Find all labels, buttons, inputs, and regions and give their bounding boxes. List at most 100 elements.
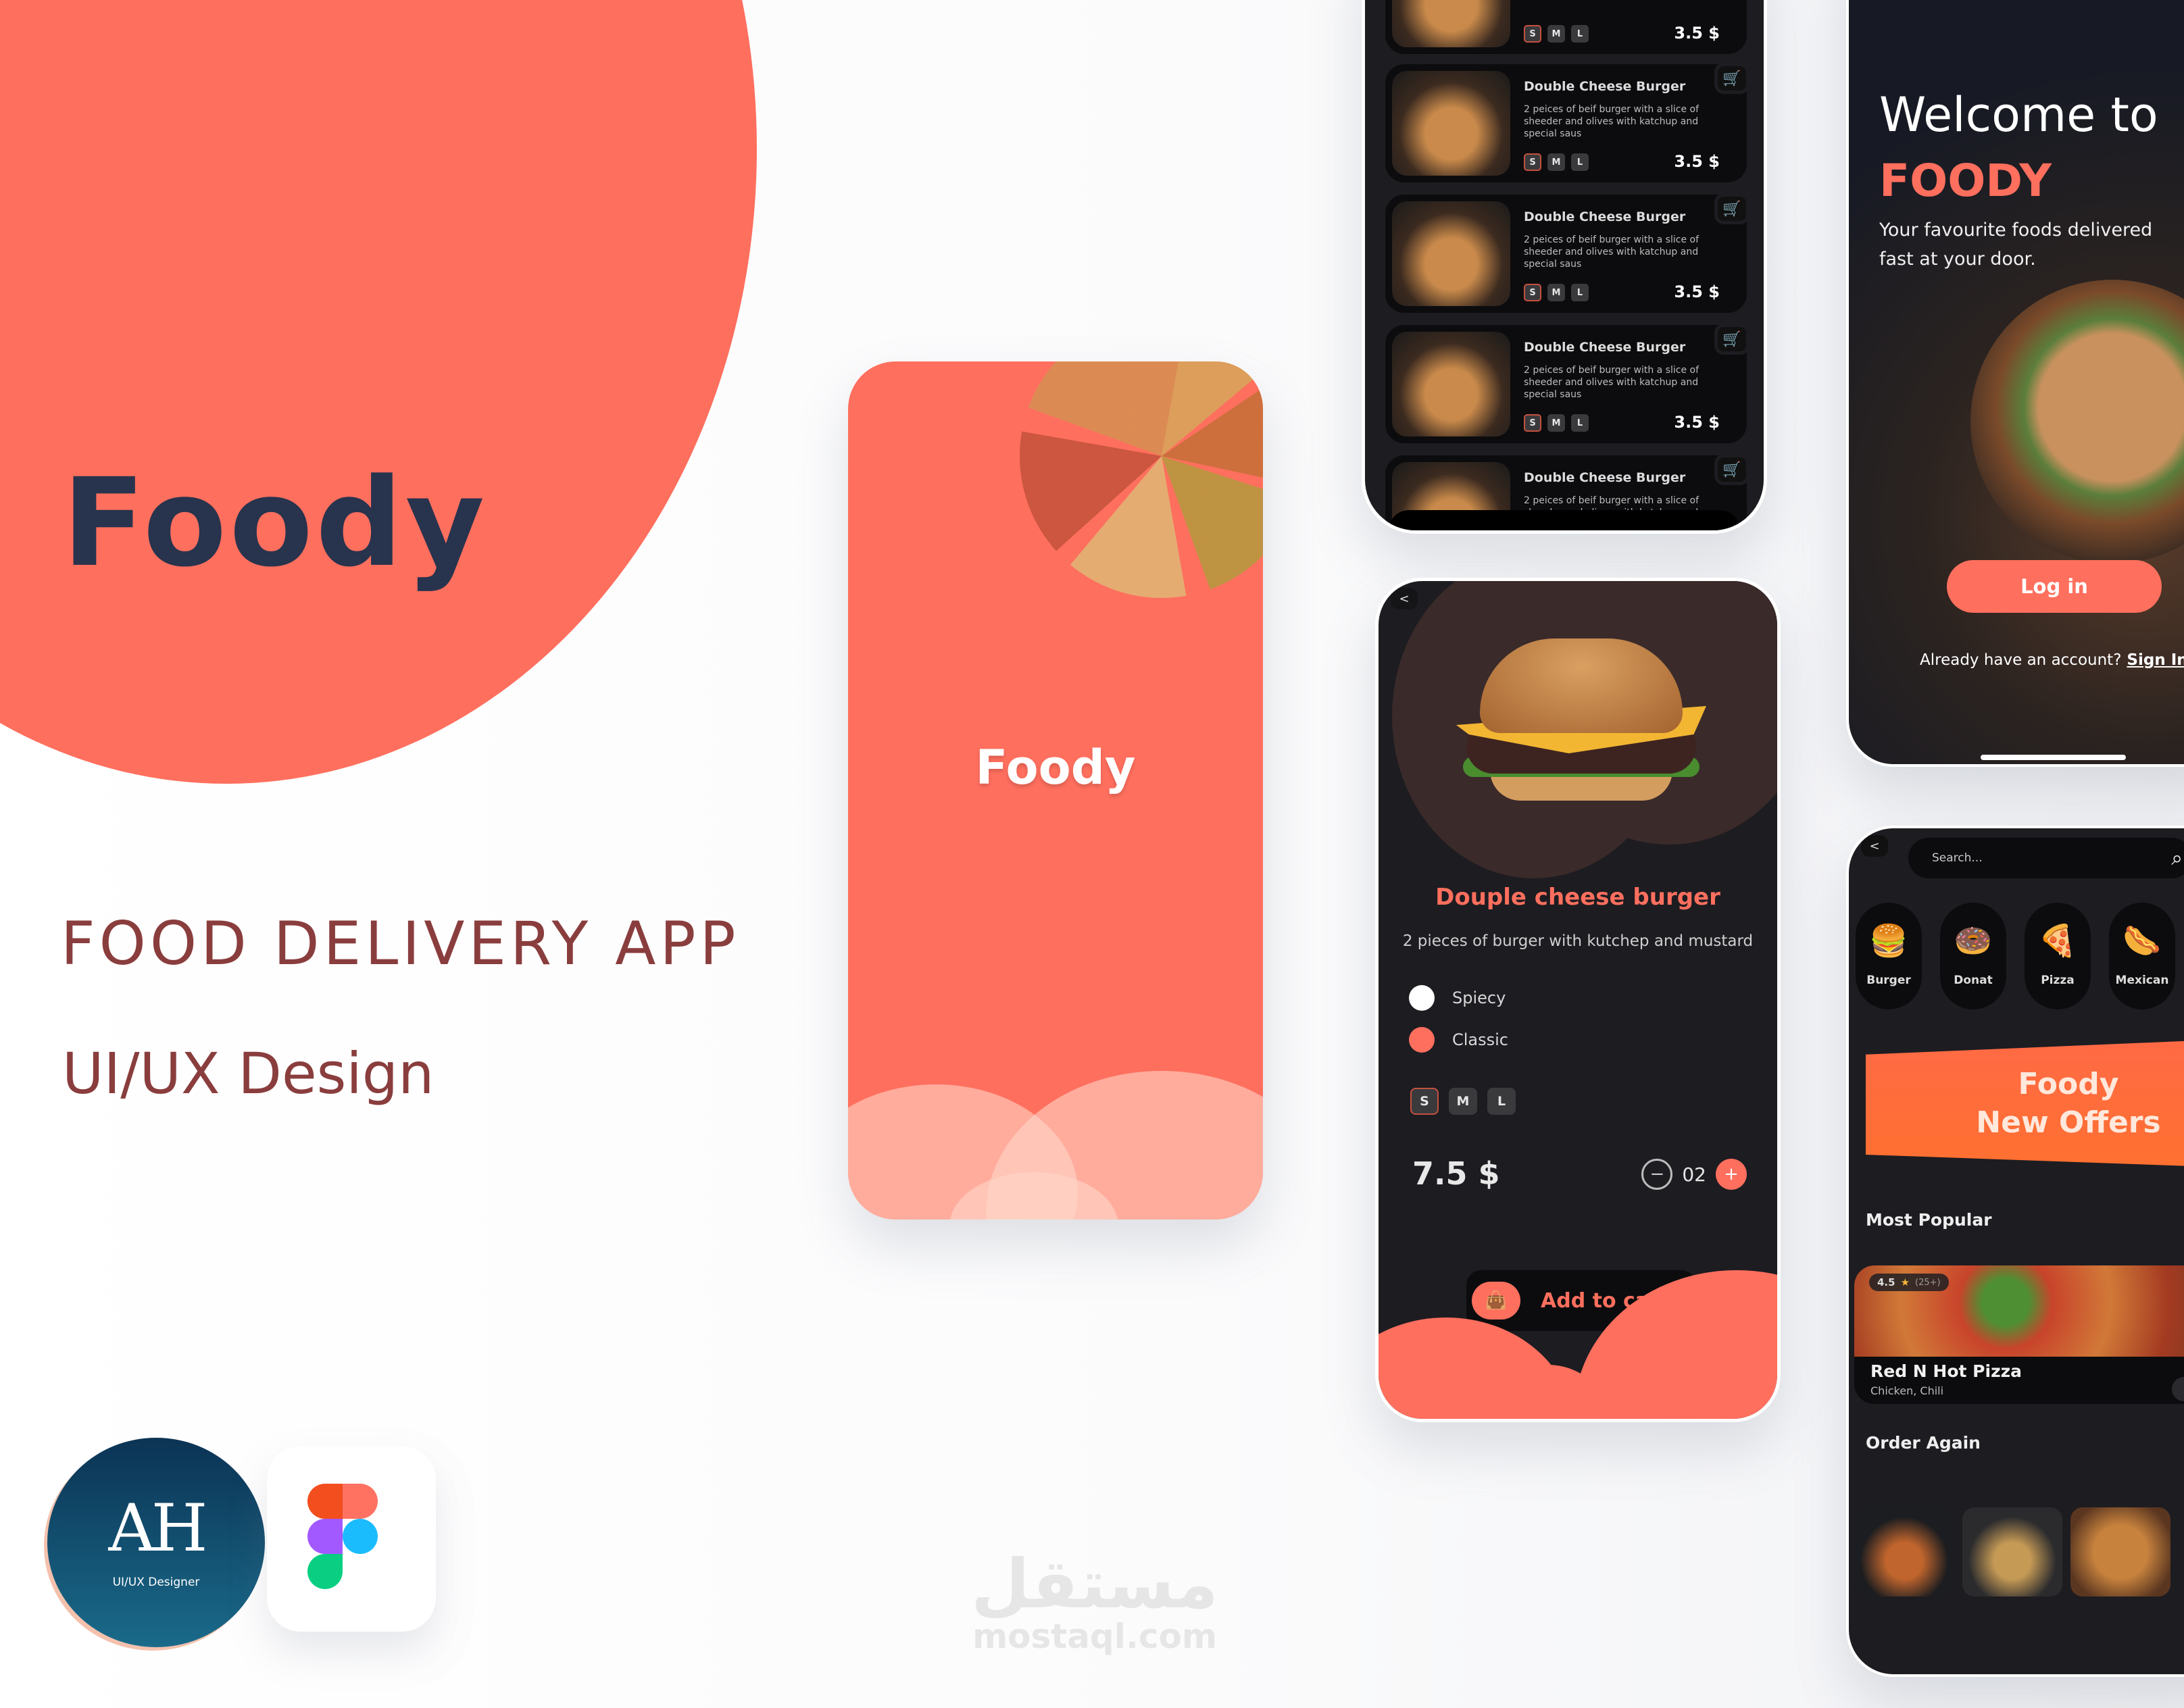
welcome-heading: Welcome to [1879,87,2158,143]
search-input[interactable] [1932,851,2135,865]
brand-title: Foody [62,453,488,594]
food-thumbnail [1392,0,1510,47]
item-description: 2 peices of beif burger with a slice of … [1524,234,1699,270]
size-l-button[interactable]: L [1571,284,1589,301]
category-label: Burger [1866,974,1911,987]
order-again-item[interactable] [1962,1507,2062,1597]
size-selector: S M L [1524,153,1589,171]
size-m-button[interactable]: M [1547,25,1565,43]
back-button[interactable]: < [1391,588,1418,609]
size-m-button[interactable]: M [1547,414,1565,432]
splash-title: Foody [975,740,1136,795]
category-mexican[interactable]: 🌭 Mexican [2109,903,2175,1009]
project-subtitle: FOOD DELIVERY APP [61,909,740,978]
menu-item-card[interactable]: Double Cheese Burger 2 peices of beif bu… [1385,63,1749,182]
size-s-button[interactable]: S [1524,284,1541,301]
size-m-button[interactable]: M [1547,284,1565,301]
size-l-button[interactable]: L [1571,414,1589,432]
already-text: Already have an account? [1920,651,2122,669]
category-burger[interactable]: 🍔 Burger [1856,903,1922,1009]
back-button[interactable]: < [1861,835,1888,857]
review-count: (25+) [1915,1277,1941,1288]
size-selector: S M L [1524,25,1589,43]
watermark-domain: mostaql.com [972,1617,1217,1656]
designer-monogram: AH [108,1490,207,1566]
offers-banner[interactable]: Foody New Offers [1866,1039,2184,1167]
cart-icon[interactable]: 🛒 [1714,193,1749,224]
radio-selected-icon[interactable] [1409,1027,1435,1053]
banner-line-2: New Offers [1976,1105,2161,1140]
login-button[interactable]: Log in [1947,560,2162,613]
size-s-button[interactable]: S [1524,153,1541,171]
star-icon: ★ [1900,1276,1910,1288]
item-title: Double Cheese Burger [1524,79,1686,94]
size-m-button[interactable]: M [1547,153,1565,171]
signin-prompt: Already have an account? Sign In [1920,651,2184,669]
item-price: 3.5 $ [1674,413,1720,432]
watermark: مستقل mostaql.com [960,1551,1230,1655]
radio-unselected-icon[interactable] [1409,985,1435,1011]
designer-logo: AH UI/UX Designer [47,1438,265,1647]
size-selector: S M L [1524,284,1589,301]
project-tagline: UI/UX Design [62,1040,435,1107]
size-m-button[interactable]: M [1449,1088,1477,1115]
increment-button[interactable]: + [1716,1159,1747,1190]
welcome-brand: FOODY [1879,155,2052,207]
rating-badge: 4.5 ★ (25+) [1869,1274,1949,1291]
item-title: Double Cheese Burger [1524,209,1686,224]
item-description: 2 peices of beif burger with a slice of … [1524,365,1699,400]
portfolio-canvas: Foody FOOD DELIVERY APP UI/UX Design AH … [0,0,2184,1708]
item-price: 3.5 $ [1674,282,1720,301]
order-again-item[interactable] [1854,1507,1954,1597]
hotdog-icon: 🌭 [2123,922,2162,959]
option-classic[interactable]: Classic [1409,1027,1508,1053]
watermark-arabic: مستقل [971,1544,1218,1624]
menu-item-card[interactable]: Double Cheese Burger 2 peices of beif bu… [1385,324,1749,443]
category-pizza[interactable]: 🍕 Pizza [2025,903,2091,1009]
search-bar[interactable]: ⌕ [1908,838,2184,878]
search-icon[interactable]: ⌕ [2171,847,2183,870]
item-price: 3.5 $ [1674,152,1720,171]
quantity-value: 02 [1682,1163,1706,1186]
cart-icon[interactable]: 🛒 [1714,454,1749,485]
size-l-button[interactable]: L [1571,153,1589,171]
item-title: Double Cheese Burger [1524,470,1686,485]
order-again-item[interactable] [2070,1507,2170,1597]
burger-icon: 🍔 [1869,922,1908,959]
quantity-stepper: − 02 + [1641,1159,1747,1190]
size-s-button[interactable]: S [1524,25,1541,43]
category-list: 🍔 Burger 🍩 Donat 🍕 Pizza 🌭 Mexican [1856,903,2175,1009]
pizza-image [1020,361,1263,598]
category-donut[interactable]: 🍩 Donat [1940,903,2006,1009]
splash-screen: Foody [848,361,1263,1220]
rating-value: 4.5 [1877,1276,1895,1288]
size-selector: S M L [1410,1088,1516,1115]
cart-icon[interactable]: 🛒 [1714,63,1749,94]
size-l-button[interactable]: L [1487,1088,1516,1115]
menu-item-card[interactable]: S M L 3.5 $ [1385,0,1747,54]
cart-icon[interactable]: 🛒 [1714,324,1749,355]
popular-item-subtitle: Chicken, Chili [1870,1384,1944,1397]
item-description: 2 peices of beif burger with a slice of … [1524,104,1699,139]
bottom-nav-bar[interactable] [1389,510,1740,530]
size-s-button[interactable]: S [1524,414,1541,432]
size-s-button[interactable]: S [1410,1088,1439,1115]
order-again-heading: Order Again [1866,1433,1981,1453]
hero-blob [0,0,757,784]
menu-list-screen: S M L 3.5 $ Double Cheese Burger 2 peice… [1362,0,1767,534]
home-indicator [1981,755,2126,760]
welcome-screen: Welcome to FOODY Your favourite foods de… [1846,0,2184,767]
menu-item-card[interactable]: Double Cheese Burger 2 peices of beif bu… [1385,193,1749,313]
option-spicy[interactable]: Spiecy [1409,985,1506,1011]
popular-item-card[interactable]: 4.5 ★ (25+) Red N Hot Pizza Chicken, Chi… [1854,1265,2184,1404]
welcome-tagline: Your favourite foods delivered fast at y… [1879,220,2153,270]
size-l-button[interactable]: L [1571,25,1589,43]
decrement-button[interactable]: − [1641,1159,1673,1190]
sign-in-link[interactable]: Sign In [2127,651,2184,669]
burger-image [1453,638,1710,801]
decor-bubble [986,1071,1263,1220]
product-price: 7.5 $ [1412,1155,1500,1192]
designer-role: UI/UX Designer [112,1576,200,1589]
product-description: 2 pieces of burger with kutchep and must… [1402,932,1754,950]
option-label: Classic [1452,1030,1509,1049]
